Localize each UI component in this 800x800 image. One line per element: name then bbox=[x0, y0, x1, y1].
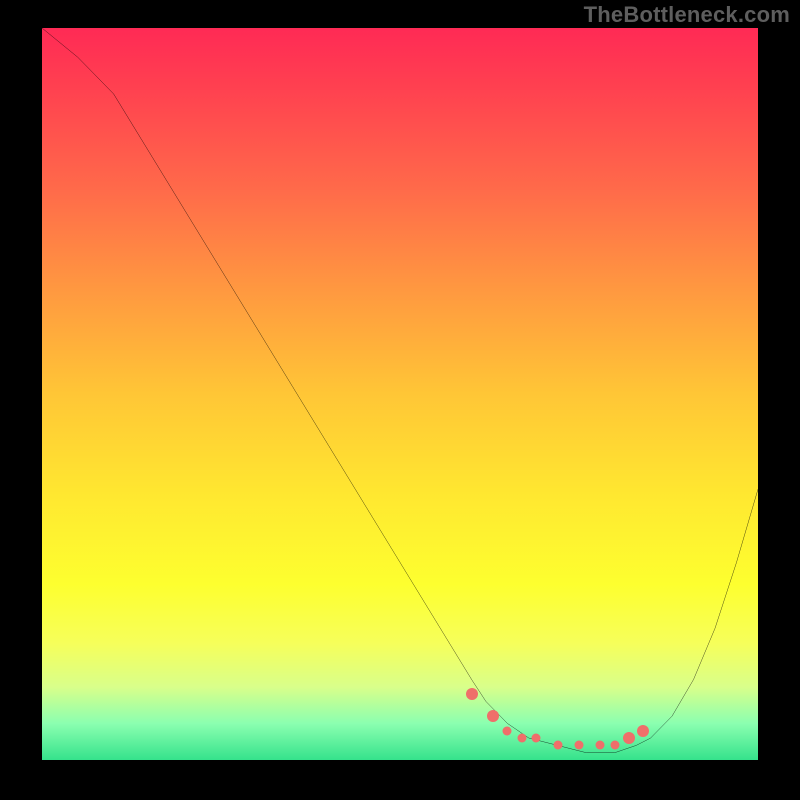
marker-dot bbox=[466, 688, 478, 700]
marker-dot bbox=[487, 710, 499, 722]
marker-dot bbox=[503, 726, 512, 735]
attribution-label: TheBottleneck.com bbox=[584, 2, 790, 28]
chart-frame: TheBottleneck.com bbox=[0, 0, 800, 800]
plot-area bbox=[42, 28, 758, 760]
marker-dot bbox=[623, 732, 635, 744]
marker-dot bbox=[610, 741, 619, 750]
marker-dot bbox=[637, 725, 649, 737]
marker-dot bbox=[553, 741, 562, 750]
marker-dot bbox=[532, 734, 541, 743]
bottleneck-curve bbox=[42, 28, 758, 760]
marker-dot bbox=[517, 734, 526, 743]
marker-dot bbox=[596, 741, 605, 750]
marker-dot bbox=[575, 741, 584, 750]
curve-path bbox=[42, 28, 758, 753]
